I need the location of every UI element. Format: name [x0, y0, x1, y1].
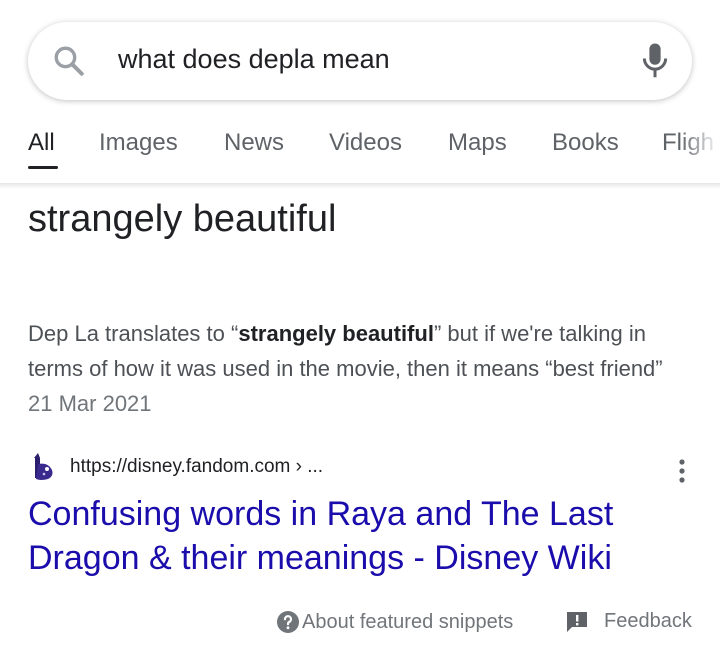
result-source: https://disney.fandom.com › ... — [28, 452, 698, 484]
search-icon[interactable] — [52, 44, 86, 78]
snippet-footer: About featured snippets Feedback — [0, 606, 720, 642]
tabs-divider-shadow — [0, 183, 720, 189]
tab-videos[interactable]: Videos — [329, 129, 402, 157]
tab-news[interactable]: News — [224, 129, 284, 157]
snippet-part-1: Dep La translates to “ — [28, 321, 239, 346]
featured-snippet-text: Dep La translates to “strangely beautifu… — [28, 316, 698, 421]
tabs-fade-overlay — [680, 124, 720, 174]
snippet-date: 21 Mar 2021 — [28, 391, 152, 416]
featured-answer: strangely beautiful — [28, 198, 337, 240]
feedback-label: Feedback — [604, 610, 692, 632]
about-featured-snippets-label: About featured snippets — [302, 610, 514, 633]
disney-fandom-favicon — [34, 453, 53, 480]
help-icon — [277, 611, 299, 633]
about-featured-snippets-link[interactable]: About featured snippets — [276, 610, 513, 634]
search-bar[interactable]: what does depla mean — [28, 22, 692, 100]
tab-maps[interactable]: Maps — [448, 129, 507, 157]
feedback-button[interactable]: Feedback — [566, 610, 692, 633]
result-title-link[interactable]: Confusing words in Raya and The Last Dra… — [28, 492, 688, 580]
more-options-icon[interactable] — [674, 458, 690, 484]
source-url[interactable]: https://disney.fandom.com › ... — [70, 456, 323, 478]
search-tabs: All Images News Videos Maps Books Fligh — [0, 124, 720, 184]
feedback-icon — [567, 611, 587, 632]
snippet-bold: strangely beautiful — [238, 321, 434, 346]
active-tab-indicator — [28, 166, 58, 169]
tab-all[interactable]: All — [28, 129, 55, 157]
search-query-text[interactable]: what does depla mean — [118, 44, 390, 75]
mic-icon[interactable] — [640, 42, 670, 80]
tab-books[interactable]: Books — [552, 129, 619, 157]
tab-images[interactable]: Images — [99, 129, 178, 157]
